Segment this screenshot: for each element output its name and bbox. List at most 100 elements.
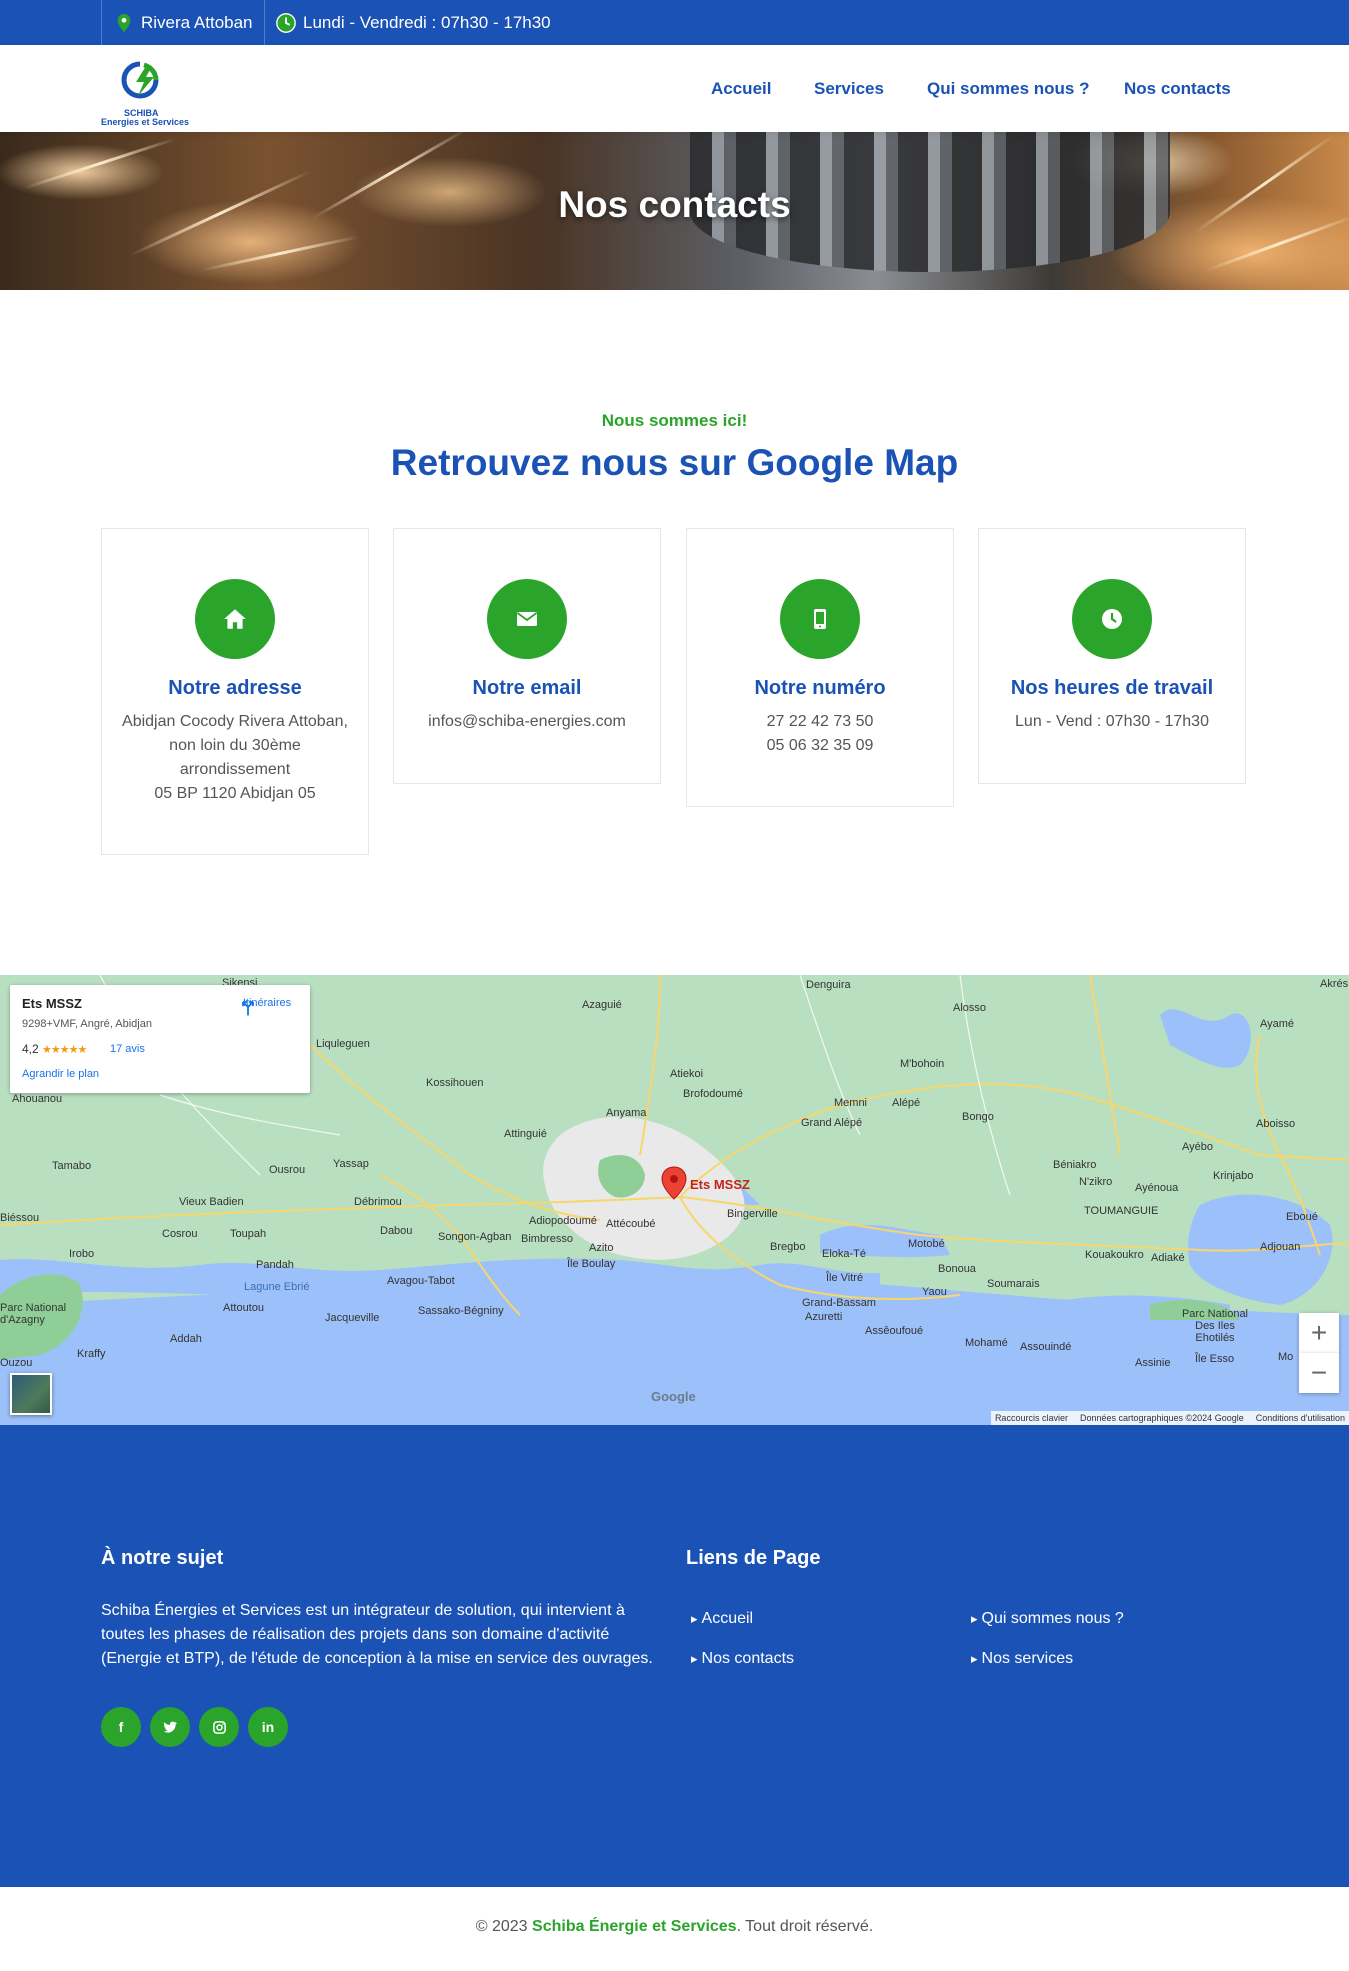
map-place: Parc National Des Iles Ehotilés	[1181, 1308, 1249, 1344]
footer-about-text: Schiba Énergies et Services est un intég…	[101, 1602, 653, 1667]
map-reviews-link[interactable]: 17 avis	[110, 1043, 145, 1055]
instagram-icon[interactable]	[199, 1707, 239, 1747]
card-text: 27 22 42 73 50 05 06 32 35 09	[687, 710, 953, 758]
top-bar: Rivera Attoban Lundi - Vendredi : 07h30 …	[0, 0, 1349, 45]
map-place: Assêoufoué	[865, 1325, 924, 1337]
map-place: Akrés	[1320, 978, 1349, 990]
card-phone[interactable]: 05 06 32 35 09	[707, 734, 933, 758]
card-text: infos@schiba-energies.com	[394, 710, 660, 734]
twitter-icon[interactable]	[150, 1707, 190, 1747]
map-place: Bimbresso	[521, 1233, 573, 1245]
google-map[interactable]: Ets MSSZ Sikensi Azaguié Denguira Alosso…	[0, 975, 1349, 1425]
topbar-divider	[264, 0, 265, 45]
nav-qui-sommes-nous[interactable]: Qui sommes nous ?	[927, 79, 1089, 99]
hours-card: Nos heures de travail Lun - Vend : 07h30…	[978, 528, 1246, 784]
footer-link-qui-sommes-nous[interactable]: Qui sommes nous ?	[971, 1610, 1124, 1628]
home-icon-circle	[195, 579, 275, 659]
section-kicker: Nous sommes ici!	[601, 411, 748, 430]
map-place: Attinguié	[504, 1128, 547, 1140]
map-place: Attoutou	[223, 1302, 264, 1314]
map-place: Vieux Badien	[179, 1196, 244, 1208]
envelope-icon-circle	[487, 579, 567, 659]
map-place: Bingerville	[727, 1208, 778, 1220]
page-title: Nos contacts	[558, 184, 791, 225]
spark-streak	[23, 137, 177, 190]
logo-tagline: Energies et Services	[101, 117, 190, 127]
map-place: Attécoubé	[606, 1218, 656, 1230]
clock-icon-circle	[1072, 579, 1152, 659]
map-place: Mo	[1278, 1351, 1294, 1363]
facebook-icon[interactable]: f	[101, 1707, 141, 1747]
map-place: Assinie	[1135, 1357, 1171, 1369]
card-line: Abidjan Cocody Rivera Attoban, non loin …	[122, 713, 348, 778]
map-place: Bongo	[962, 1111, 994, 1123]
map-place: Grand Alépé	[801, 1117, 863, 1129]
map-place: Grand-Bassam	[802, 1297, 876, 1309]
map-place: Kossihouen	[426, 1077, 484, 1089]
nav-services[interactable]: Services	[814, 79, 884, 99]
topbar-divider	[101, 0, 102, 45]
map-place: Sassako-Bégniny	[418, 1305, 504, 1317]
map-place: TOUMANGUIE	[1084, 1205, 1159, 1217]
map-terms-link[interactable]: Conditions d'utilisation	[1256, 1413, 1345, 1423]
map-place: Kraffy	[77, 1348, 106, 1360]
topbar-hours: Lundi - Vendredi : 07h30 - 17h30	[275, 0, 551, 45]
map-place: Alosso	[953, 1002, 987, 1014]
map-zoom-out-button[interactable]: −	[1299, 1353, 1339, 1393]
map-place: Dabou	[380, 1225, 413, 1237]
map-place: Addah	[170, 1333, 202, 1345]
map-keyboard-shortcuts-link[interactable]: Raccourcis clavier	[995, 1413, 1068, 1423]
map-place: M'bohoin	[900, 1058, 945, 1070]
map-attribution: Raccourcis clavier Données cartographiqu…	[990, 1411, 1349, 1425]
map-directions-button[interactable]: Itinéraires	[238, 997, 296, 1016]
map-place: Parc National d'Azagny	[0, 1302, 67, 1326]
map-place: Béniakro	[1053, 1159, 1097, 1171]
card-title: Nos heures de travail	[1010, 677, 1214, 699]
map-place: Anyama	[606, 1107, 647, 1119]
map-enlarge-link[interactable]: Agrandir le plan	[22, 1068, 99, 1080]
map-place: Ouzou	[0, 1357, 33, 1369]
map-place: Île Boulay	[567, 1258, 616, 1270]
map-place: Lagune Ebrié	[244, 1281, 310, 1293]
copyright-company[interactable]: Schiba Énergie et Services	[532, 1918, 737, 1935]
map-satellite-toggle[interactable]	[10, 1373, 52, 1415]
mobile-icon-circle	[780, 579, 860, 659]
map-place-name: Ets MSSZ	[22, 996, 82, 1011]
card-phone[interactable]: 27 22 42 73 50	[707, 710, 933, 734]
map-rating-stars: ★★★★★	[42, 1044, 87, 1056]
map-place: Île Vitré	[826, 1272, 864, 1284]
linkedin-icon[interactable]: in	[248, 1707, 288, 1747]
map-place: Azuretti	[805, 1311, 843, 1323]
map-place: Eloka-Té	[822, 1248, 867, 1260]
card-email[interactable]: infos@schiba-energies.com	[414, 710, 640, 734]
footer-link-accueil[interactable]: Accueil	[691, 1610, 754, 1628]
map-place: Denguira	[806, 979, 851, 991]
twitter-bird-icon	[163, 1721, 177, 1733]
topbar-hours-text: Lundi - Vendredi : 07h30 - 17h30	[303, 12, 551, 32]
card-text: Abidjan Cocody Rivera Attoban, non loin …	[102, 710, 368, 806]
map-place: Biéssou	[0, 1212, 40, 1224]
map-place: Assouindé	[1020, 1341, 1072, 1353]
spark-streak	[201, 235, 359, 272]
map-rating: 4,2 ★★★★★	[22, 1042, 87, 1056]
map-place: Atiekoi	[670, 1068, 704, 1080]
map-place: Jacqueville	[325, 1312, 380, 1324]
map-pin-label[interactable]: Ets MSSZ	[690, 1177, 750, 1192]
copyright-prefix: © 2023	[475, 1918, 528, 1935]
map-place: Liquleguen	[316, 1038, 370, 1050]
map-place: Ahouanou	[12, 1093, 63, 1105]
map-place: Débrimou	[354, 1196, 402, 1208]
map-place: Motobé	[908, 1238, 945, 1250]
phone-card: Notre numéro 27 22 42 73 50 05 06 32 35 …	[686, 528, 954, 807]
nav-accueil[interactable]: Accueil	[711, 79, 771, 99]
address-card: Notre adresse Abidjan Cocody Rivera Atto…	[101, 528, 369, 855]
map-zoom-in-button[interactable]: +	[1299, 1313, 1339, 1353]
map-place: Azaguié	[582, 999, 622, 1011]
map-data-credit: Données cartographiques ©2024 Google	[1079, 1413, 1244, 1423]
footer-link-nos-contacts[interactable]: Nos contacts	[691, 1650, 794, 1668]
footer-link-nos-services[interactable]: Nos services	[971, 1650, 1074, 1668]
map-place: Eboué	[1286, 1211, 1318, 1223]
home-icon	[224, 609, 246, 629]
nav-nos-contacts[interactable]: Nos contacts	[1124, 79, 1231, 99]
hero-banner: Nos contacts	[0, 132, 1349, 290]
